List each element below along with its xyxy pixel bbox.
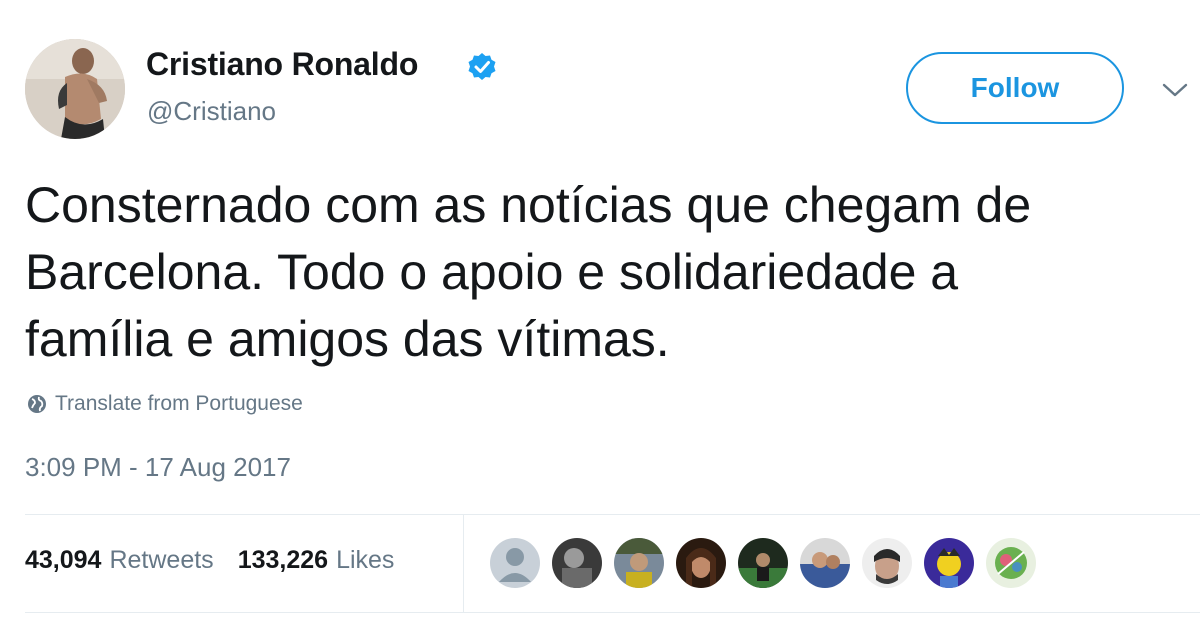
tweet-stats: 43,094 Retweets 133,226 Likes: [25, 546, 394, 575]
tweet-card: Cristiano Ronaldo @Cristiano Follow Cons…: [0, 0, 1200, 630]
tweet-text-line: Barcelona. Todo o apoio e solidariedade …: [25, 244, 959, 300]
liker-avatar-default[interactable]: [490, 538, 540, 588]
liker-avatar[interactable]: [614, 538, 664, 588]
liker-avatar[interactable]: [986, 538, 1036, 588]
liker-photo-icon: [552, 538, 602, 588]
liker-avatar[interactable]: [800, 538, 850, 588]
liker-photo-icon: [986, 538, 1036, 588]
liker-avatar[interactable]: [552, 538, 602, 588]
liker-avatar[interactable]: [924, 538, 974, 588]
stats-divider: [463, 515, 464, 612]
retweets-stat[interactable]: 43,094 Retweets: [25, 546, 214, 575]
liker-photo-icon: [614, 538, 664, 588]
globe-icon: [28, 395, 46, 413]
retweets-label: Retweets: [109, 546, 214, 574]
liker-photo-icon: [862, 538, 912, 588]
liker-avatar[interactable]: [676, 538, 726, 588]
liker-photo-icon: [676, 538, 726, 588]
display-name[interactable]: Cristiano Ronaldo: [146, 46, 418, 83]
likes-count: 133,226: [237, 546, 329, 574]
translate-label[interactable]: Translate from Portuguese: [55, 392, 303, 416]
liker-avatar[interactable]: [738, 538, 788, 588]
default-profile-icon: [490, 538, 540, 588]
liker-avatars: [490, 538, 1048, 588]
follow-button[interactable]: Follow: [906, 52, 1124, 124]
divider: [25, 514, 1200, 515]
tweet-text: Consternado com as notícias que chegam d…: [25, 172, 1185, 373]
liker-photo-icon: [924, 538, 974, 588]
tweet-timestamp[interactable]: 3:09 PM - 17 Aug 2017: [25, 452, 291, 483]
liker-photo-icon: [738, 538, 788, 588]
user-handle[interactable]: @Cristiano: [147, 96, 276, 127]
tweet-text-line: Consternado com as notícias que chegam d…: [25, 177, 1032, 233]
liker-avatar[interactable]: [862, 538, 912, 588]
divider: [25, 612, 1200, 613]
retweets-count: 43,094: [25, 546, 102, 574]
likes-stat[interactable]: 133,226 Likes: [238, 546, 395, 575]
profile-photo-icon: [25, 39, 125, 139]
verified-badge-icon: [468, 53, 496, 80]
profile-avatar[interactable]: [25, 39, 125, 139]
chevron-down-icon[interactable]: [1160, 78, 1190, 102]
liker-photo-icon: [800, 538, 850, 588]
likes-label: Likes: [336, 546, 395, 574]
translate-link[interactable]: Translate from Portuguese: [27, 392, 303, 416]
tweet-text-line: família e amigos das vítimas.: [25, 311, 670, 367]
